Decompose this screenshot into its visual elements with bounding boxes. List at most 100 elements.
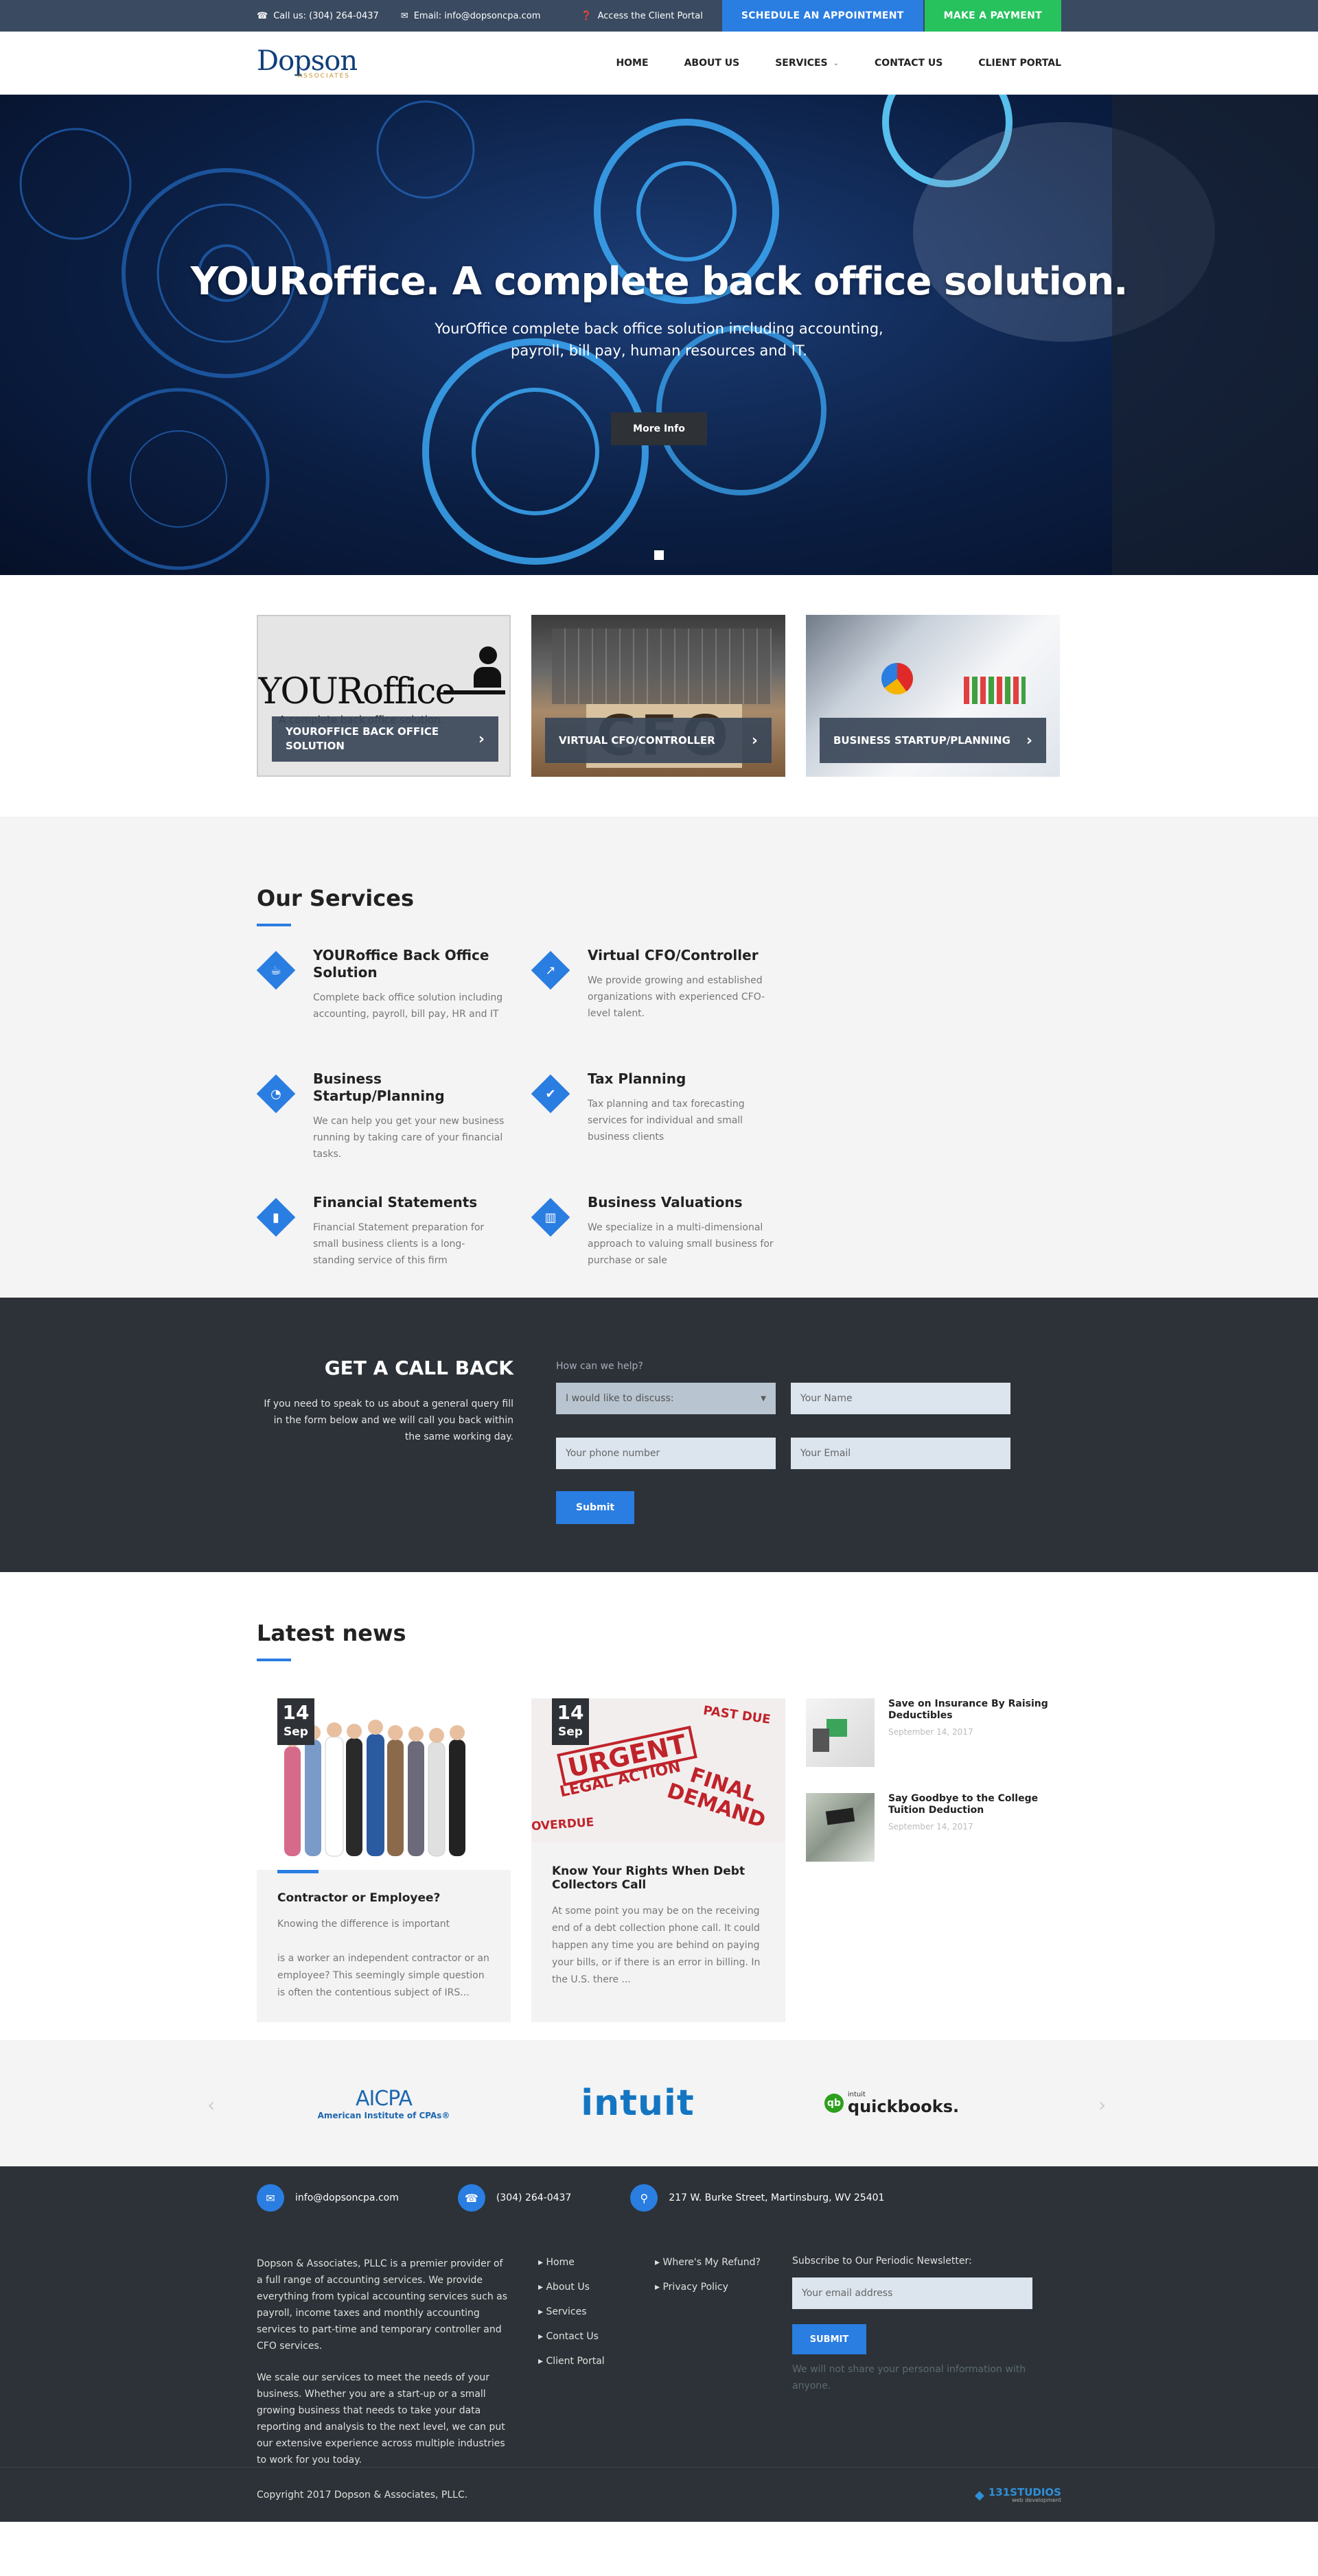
- main-nav: HOME ABOUT US SERVICES ⌄ CONTACT US CLIEN…: [598, 58, 1061, 69]
- overdue-stamp: OVERDUE: [531, 1815, 594, 1834]
- hero-subtitle: YourOffice complete back office solution…: [435, 320, 883, 359]
- map-pin-icon: ⚲: [630, 2184, 658, 2212]
- chevron-down-icon: ⌄: [833, 59, 840, 67]
- graduation-cap-icon: [825, 1807, 855, 1825]
- service-item[interactable]: ☕ YOURoffice Back Office Solution Complete…: [256, 947, 531, 1070]
- news-image: 14 Sep: [257, 1698, 511, 1870]
- site-logo[interactable]: Dopson ASSOCIATES: [257, 47, 358, 80]
- quickbooks-logo[interactable]: qb intuit quickbooks.: [765, 2092, 1019, 2115]
- aicpa-logo[interactable]: AICPA American Institute of CPAs®: [257, 2087, 511, 2120]
- header: Dopson ASSOCIATES HOME ABOUT US SERVICES…: [0, 32, 1318, 95]
- services-title: Our Services: [257, 885, 414, 911]
- news-excerpt: Knowing the difference is important is a…: [277, 1919, 489, 1998]
- footer-link-privacy[interactable]: ▸ Privacy Policy: [655, 2280, 792, 2294]
- newsletter-email-input[interactable]: Your email address: [792, 2278, 1032, 2309]
- discuss-select[interactable]: I would like to discuss: ▼: [556, 1383, 776, 1414]
- card-youroffice[interactable]: YOURoffice A complete back office soluti…: [257, 615, 511, 777]
- card-label: VIRTUAL CFO/CONTROLLER ›: [545, 718, 772, 763]
- schedule-appointment-button[interactable]: SCHEDULE AN APPOINTMENT: [721, 0, 923, 32]
- nav-about[interactable]: ABOUT US: [667, 58, 758, 69]
- nav-services[interactable]: SERVICES ⌄: [757, 58, 857, 69]
- service-description: Complete back office solution including …: [313, 992, 503, 1020]
- service-item[interactable]: ▮ Financial Statements Financial Statement…: [256, 1194, 531, 1318]
- help-label: How can we help?: [556, 1361, 643, 1372]
- news-title[interactable]: Know Your Rights When Debt Collectors Ca…: [552, 1864, 765, 1892]
- bar-chart-icon: ▮: [256, 1197, 296, 1237]
- youroffice-logo-image: YOURoffice: [258, 671, 456, 712]
- make-payment-button[interactable]: MAKE A PAYMENT: [924, 0, 1061, 32]
- nav-client-portal[interactable]: CLIENT PORTAL: [960, 58, 1061, 69]
- service-description: We provide growing and established organ…: [588, 975, 765, 1019]
- service-item[interactable]: ▥ Business Valuations We specialize in a m…: [531, 1194, 806, 1318]
- phone-input[interactable]: Your phone number: [556, 1438, 776, 1469]
- more-info-button[interactable]: More Info: [611, 412, 707, 445]
- services-section: Our Services ☕ YOURoffice Back Office Sol…: [0, 817, 1318, 1298]
- footer-link-home[interactable]: ▸ Home: [538, 2256, 655, 2269]
- chevron-right-icon[interactable]: ›: [1098, 2094, 1106, 2116]
- title-underline: [257, 924, 291, 926]
- footer-link-contact[interactable]: ▸ Contact Us: [538, 2330, 655, 2343]
- news-title[interactable]: Contractor or Employee?: [277, 1891, 490, 1905]
- newsletter-label: Subscribe to Our Periodic Newsletter:: [792, 2256, 972, 2267]
- top-bar: ☎ Call us: (304) 264-0437 ✉ Email: info@do…: [0, 0, 1318, 32]
- service-item[interactable]: ↗ Virtual CFO/Controller We provide growin…: [531, 947, 806, 1070]
- nav-home[interactable]: HOME: [598, 58, 666, 69]
- side-post[interactable]: Save on Insurance By Raising Deductibles…: [806, 1698, 1060, 1767]
- top-phone[interactable]: ☎ Call us: (304) 264-0437: [257, 11, 379, 21]
- news-card[interactable]: URGENT LEGAL ACTION FINAL DEMAND PAST DUE…: [531, 1698, 785, 2022]
- footer-email[interactable]: ✉ info@dopsoncpa.com: [257, 2184, 399, 2212]
- question-icon: ❓: [581, 10, 592, 21]
- caret-right-icon: ▸: [538, 2331, 546, 2342]
- nav-contact[interactable]: CONTACT US: [857, 58, 960, 69]
- footer-link-refund[interactable]: ▸ Where's My Refund?: [655, 2256, 792, 2269]
- service-title: Business Startup/Planning: [313, 1070, 445, 1104]
- bar-chart-icon: [964, 677, 1026, 704]
- date-badge: 14 Sep: [552, 1698, 589, 1745]
- footer-link-about[interactable]: ▸ About Us: [538, 2280, 655, 2294]
- intuit-logo[interactable]: intuit: [511, 2083, 765, 2124]
- footer-link-services[interactable]: ▸ Services: [538, 2305, 655, 2319]
- person-desk-icon: [443, 646, 505, 708]
- card-label: BUSINESS STARTUP/PLANNING ›: [820, 718, 1046, 763]
- service-description: Tax planning and tax forecasting service…: [588, 1099, 745, 1143]
- side-post[interactable]: Say Goodbye to the College Tuition Deduc…: [806, 1793, 1060, 1862]
- copyright: Copyright 2017 Dopson & Associates, PLLC…: [257, 2490, 468, 2501]
- card-cfo[interactable]: CFO VIRTUAL CFO/CONTROLLER›: [531, 615, 785, 777]
- news-excerpt: At some point you may be on the receivin…: [552, 1906, 761, 1985]
- card-startup[interactable]: BUSINESS STARTUP/PLANNING ›: [806, 615, 1060, 777]
- service-title: Virtual CFO/Controller: [588, 947, 759, 963]
- newsletter-submit-button[interactable]: SUBMIT: [792, 2324, 866, 2354]
- chevron-right-icon: ›: [478, 730, 485, 748]
- service-title: Financial Statements: [313, 1194, 478, 1210]
- footer-link-portal[interactable]: ▸ Client Portal: [538, 2354, 655, 2368]
- service-item[interactable]: ◔ Business Startup/Planning We can help yo…: [256, 1070, 531, 1194]
- submit-button[interactable]: Submit: [556, 1491, 634, 1524]
- slider-dot[interactable]: [654, 550, 664, 560]
- newsletter-note: We will not share your personal informat…: [792, 2364, 1026, 2391]
- service-title: Business Valuations: [588, 1194, 743, 1210]
- news-card[interactable]: 14 Sep Contractor or Employee? Knowing th…: [257, 1698, 511, 2022]
- studio-credit[interactable]: ◆ 131STUDIOS web development: [975, 2487, 1061, 2503]
- footer-phone[interactable]: ☎ (304) 264-0437: [457, 2184, 571, 2212]
- client-portal-link[interactable]: ❓ Access the Client Portal: [581, 11, 702, 21]
- name-input[interactable]: Your Name: [791, 1383, 1010, 1414]
- service-title: Tax Planning: [588, 1070, 686, 1087]
- footer-about: Dopson & Associates, PLLC is a premier p…: [257, 2258, 508, 2466]
- check-circle-icon: ✔: [531, 1074, 570, 1114]
- hero-title: YOURoffice. A complete back office solut…: [190, 259, 1129, 304]
- news-accent-bar: [277, 1870, 319, 1873]
- trending-up-icon: ↗: [531, 950, 570, 990]
- coffee-icon: ☕: [256, 950, 296, 990]
- email-input[interactable]: Your Email: [791, 1438, 1010, 1469]
- calculator-icon: [813, 1729, 829, 1752]
- footer-links-2: ▸ Where's My Refund? ▸ Privacy Policy: [655, 2256, 792, 2483]
- chevron-left-icon[interactable]: ‹: [207, 2094, 215, 2116]
- callback-title: GET A CALL BACK: [324, 1357, 513, 1379]
- callback-text: If you need to speak to us about a gener…: [264, 1398, 513, 1442]
- services-grid: ☕ YOURoffice Back Office Solution Complete…: [256, 947, 1061, 1318]
- side-post-date: September 14, 2017: [888, 1822, 973, 1831]
- news-sidebar: Save on Insurance By Raising Deductibles…: [806, 1698, 1060, 2022]
- service-item[interactable]: ✔ Tax Planning Tax planning and tax foreca…: [531, 1070, 806, 1194]
- news-image: URGENT LEGAL ACTION FINAL DEMAND PAST DUE…: [531, 1698, 785, 1842]
- top-email[interactable]: ✉ Email: info@dopsoncpa.com: [401, 11, 541, 21]
